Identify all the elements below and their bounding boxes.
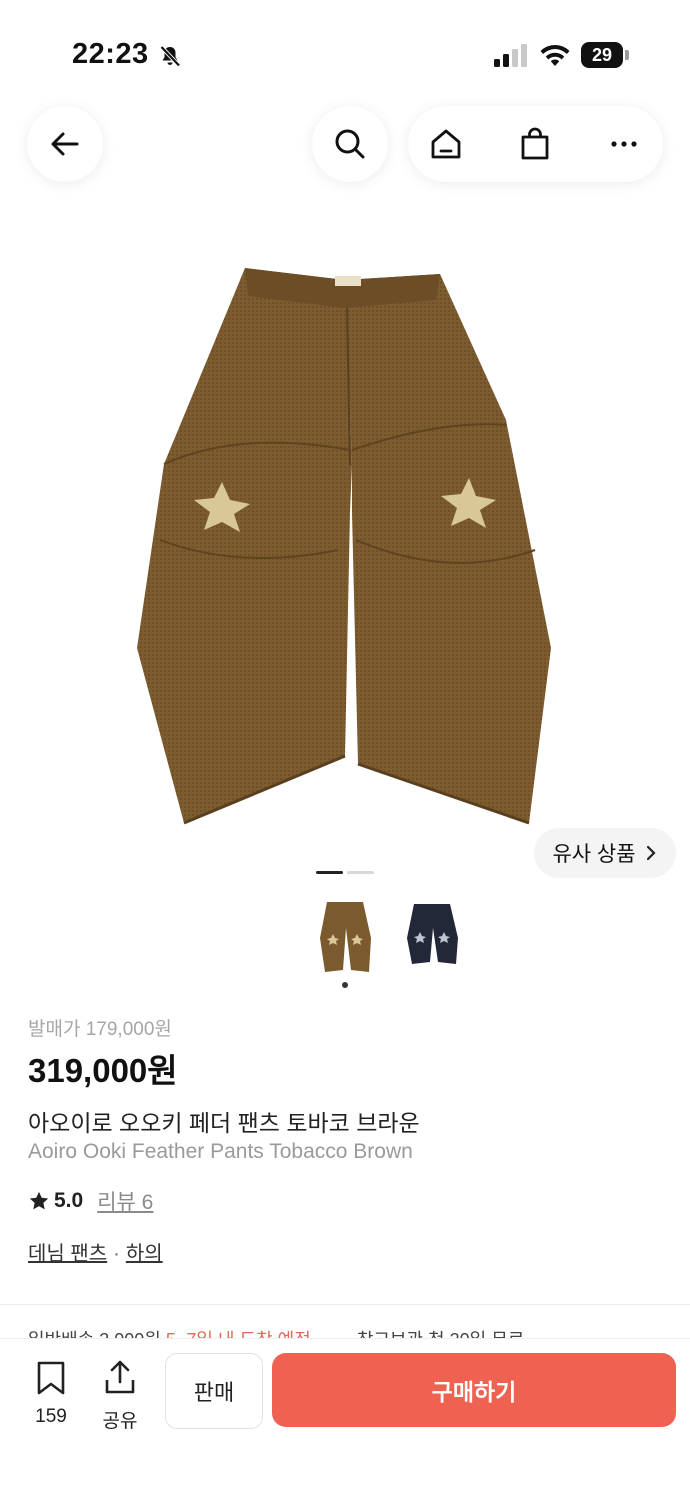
release-price: 발매가 179,000원 bbox=[28, 1019, 172, 1040]
similar-products-label: 유사 상품 bbox=[552, 843, 636, 866]
nav-actions-group bbox=[408, 106, 663, 182]
back-button[interactable] bbox=[27, 106, 103, 182]
share-label: 공유 bbox=[102, 1411, 138, 1432]
wifi-icon bbox=[540, 44, 570, 66]
product-name-english: Aoiro Ooki Feather Pants Tobacco Brown bbox=[28, 1140, 413, 1163]
home-icon bbox=[431, 129, 461, 159]
similar-products-button[interactable]: 유사 상품 bbox=[534, 828, 676, 878]
category-breadcrumb: 데님 팬츠 · 하의 bbox=[28, 1237, 163, 1266]
product-image[interactable] bbox=[120, 250, 570, 840]
category-link-denim-pants[interactable]: 데님 팬츠 bbox=[28, 1243, 107, 1265]
rating-score: 5.0 bbox=[54, 1189, 84, 1212]
battery-level: 29 bbox=[591, 45, 613, 65]
review-link[interactable]: 리뷰 6 bbox=[97, 1186, 153, 1216]
shopping-bag-icon bbox=[521, 127, 549, 160]
buy-button[interactable]: 구매하기 bbox=[272, 1353, 676, 1427]
image-pager-inactive[interactable] bbox=[347, 871, 374, 874]
bookmark-icon bbox=[37, 1361, 65, 1395]
chevron-right-icon bbox=[646, 845, 656, 861]
cart-button[interactable] bbox=[497, 106, 573, 182]
more-button[interactable] bbox=[586, 106, 662, 182]
product-name-korean: 아오이로 오오키 페더 팬츠 토바코 브라운 bbox=[28, 1110, 420, 1136]
thumbnail-brown-pants[interactable] bbox=[313, 898, 377, 978]
sell-button[interactable]: 판매 bbox=[165, 1353, 263, 1429]
category-separator: · bbox=[113, 1243, 120, 1265]
status-time: 22:23 bbox=[72, 38, 149, 70]
cellular-signal-icon bbox=[494, 44, 527, 67]
share-button[interactable]: 공유 bbox=[90, 1360, 150, 1433]
search-button[interactable] bbox=[312, 106, 388, 182]
battery-indicator: 29 bbox=[581, 42, 629, 70]
category-link-bottoms[interactable]: 하의 bbox=[126, 1243, 163, 1265]
image-pager-active bbox=[316, 871, 343, 874]
bell-muted-icon bbox=[160, 45, 181, 67]
more-icon bbox=[611, 141, 637, 147]
current-price: 319,000원 bbox=[28, 1052, 178, 1089]
star-icon bbox=[29, 1191, 49, 1210]
bookmark-button[interactable]: 159 bbox=[21, 1360, 81, 1428]
rating-row: 5.0 리뷰 6 bbox=[28, 1186, 153, 1216]
arrow-left-icon bbox=[51, 132, 79, 156]
share-icon bbox=[105, 1360, 135, 1394]
search-icon bbox=[335, 129, 365, 159]
bookmark-count: 159 bbox=[35, 1406, 67, 1427]
home-button[interactable] bbox=[408, 106, 484, 182]
section-divider bbox=[0, 1304, 690, 1305]
thumbnail-selected-dot bbox=[342, 982, 348, 988]
thumbnail-navy-pants[interactable] bbox=[400, 898, 464, 978]
